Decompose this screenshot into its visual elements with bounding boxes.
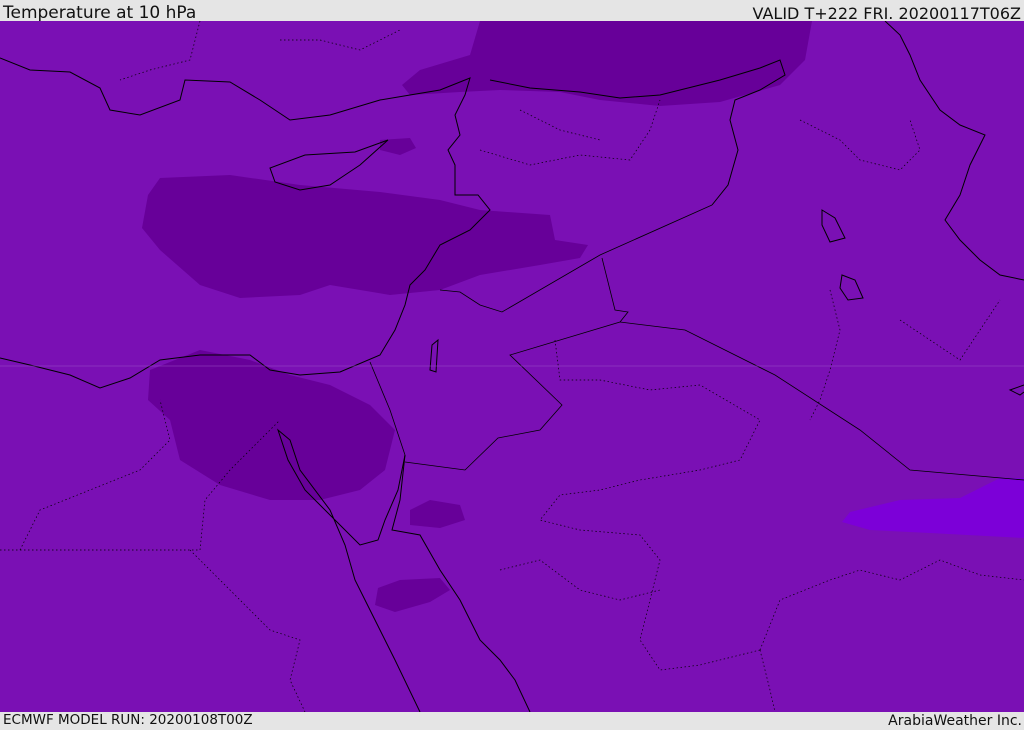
map-background [0,21,1024,712]
temperature-map [0,21,1024,712]
model-run: ECMWF MODEL RUN: 20200108T00Z [3,712,253,728]
credit: ArabiaWeather Inc. [888,713,1022,729]
footer-bar: ECMWF MODEL RUN: 20200108T00Z ArabiaWeat… [0,712,1024,729]
header-bar: Temperature at 10 hPa VALID T+222 FRI. 2… [0,0,1024,23]
